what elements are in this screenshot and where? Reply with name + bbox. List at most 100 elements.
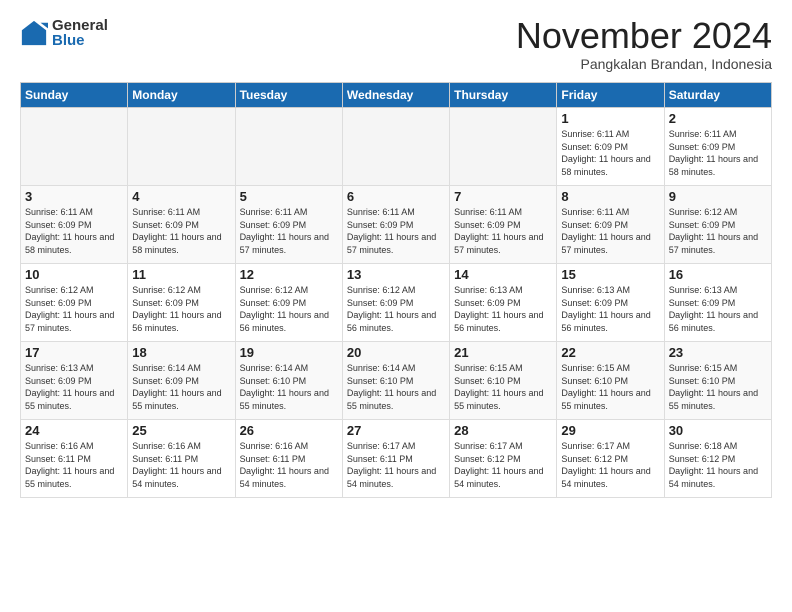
day-cell: 22 Sunrise: 6:15 AM Sunset: 6:10 PM Dayl… xyxy=(557,342,664,420)
day-cell: 9 Sunrise: 6:12 AM Sunset: 6:09 PM Dayli… xyxy=(664,186,771,264)
header-row: Sunday Monday Tuesday Wednesday Thursday… xyxy=(21,83,772,108)
week-row-3: 10 Sunrise: 6:12 AM Sunset: 6:09 PM Dayl… xyxy=(21,264,772,342)
day-number: 20 xyxy=(347,345,445,360)
day-number: 22 xyxy=(561,345,659,360)
day-detail: Sunrise: 6:17 AM Sunset: 6:12 PM Dayligh… xyxy=(454,440,552,490)
logo-icon xyxy=(20,19,48,47)
day-cell: 7 Sunrise: 6:11 AM Sunset: 6:09 PM Dayli… xyxy=(450,186,557,264)
day-number: 25 xyxy=(132,423,230,438)
day-number: 8 xyxy=(561,189,659,204)
day-detail: Sunrise: 6:12 AM Sunset: 6:09 PM Dayligh… xyxy=(669,206,767,256)
day-number: 21 xyxy=(454,345,552,360)
col-sunday: Sunday xyxy=(21,83,128,108)
day-detail: Sunrise: 6:13 AM Sunset: 6:09 PM Dayligh… xyxy=(561,284,659,334)
day-detail: Sunrise: 6:11 AM Sunset: 6:09 PM Dayligh… xyxy=(240,206,338,256)
day-cell: 1 Sunrise: 6:11 AM Sunset: 6:09 PM Dayli… xyxy=(557,108,664,186)
col-saturday: Saturday xyxy=(664,83,771,108)
day-number: 23 xyxy=(669,345,767,360)
page: General Blue November 2024 Pangkalan Bra… xyxy=(0,0,792,508)
col-thursday: Thursday xyxy=(450,83,557,108)
day-cell xyxy=(235,108,342,186)
day-detail: Sunrise: 6:13 AM Sunset: 6:09 PM Dayligh… xyxy=(454,284,552,334)
day-detail: Sunrise: 6:11 AM Sunset: 6:09 PM Dayligh… xyxy=(454,206,552,256)
day-cell: 27 Sunrise: 6:17 AM Sunset: 6:11 PM Dayl… xyxy=(342,420,449,498)
day-detail: Sunrise: 6:12 AM Sunset: 6:09 PM Dayligh… xyxy=(347,284,445,334)
day-cell: 4 Sunrise: 6:11 AM Sunset: 6:09 PM Dayli… xyxy=(128,186,235,264)
day-cell: 14 Sunrise: 6:13 AM Sunset: 6:09 PM Dayl… xyxy=(450,264,557,342)
day-cell: 10 Sunrise: 6:12 AM Sunset: 6:09 PM Dayl… xyxy=(21,264,128,342)
day-cell: 25 Sunrise: 6:16 AM Sunset: 6:11 PM Dayl… xyxy=(128,420,235,498)
day-number: 28 xyxy=(454,423,552,438)
day-number: 6 xyxy=(347,189,445,204)
day-detail: Sunrise: 6:17 AM Sunset: 6:12 PM Dayligh… xyxy=(561,440,659,490)
day-cell: 11 Sunrise: 6:12 AM Sunset: 6:09 PM Dayl… xyxy=(128,264,235,342)
day-cell: 15 Sunrise: 6:13 AM Sunset: 6:09 PM Dayl… xyxy=(557,264,664,342)
day-cell: 30 Sunrise: 6:18 AM Sunset: 6:12 PM Dayl… xyxy=(664,420,771,498)
day-cell: 28 Sunrise: 6:17 AM Sunset: 6:12 PM Dayl… xyxy=(450,420,557,498)
day-detail: Sunrise: 6:11 AM Sunset: 6:09 PM Dayligh… xyxy=(669,128,767,178)
day-number: 26 xyxy=(240,423,338,438)
day-detail: Sunrise: 6:15 AM Sunset: 6:10 PM Dayligh… xyxy=(454,362,552,412)
day-cell: 13 Sunrise: 6:12 AM Sunset: 6:09 PM Dayl… xyxy=(342,264,449,342)
day-number: 17 xyxy=(25,345,123,360)
day-detail: Sunrise: 6:15 AM Sunset: 6:10 PM Dayligh… xyxy=(669,362,767,412)
logo: General Blue xyxy=(20,18,108,48)
calendar: Sunday Monday Tuesday Wednesday Thursday… xyxy=(20,82,772,498)
day-detail: Sunrise: 6:16 AM Sunset: 6:11 PM Dayligh… xyxy=(132,440,230,490)
day-number: 1 xyxy=(561,111,659,126)
day-cell: 16 Sunrise: 6:13 AM Sunset: 6:09 PM Dayl… xyxy=(664,264,771,342)
col-monday: Monday xyxy=(128,83,235,108)
day-number: 29 xyxy=(561,423,659,438)
day-detail: Sunrise: 6:11 AM Sunset: 6:09 PM Dayligh… xyxy=(25,206,123,256)
day-detail: Sunrise: 6:15 AM Sunset: 6:10 PM Dayligh… xyxy=(561,362,659,412)
day-detail: Sunrise: 6:12 AM Sunset: 6:09 PM Dayligh… xyxy=(240,284,338,334)
day-detail: Sunrise: 6:14 AM Sunset: 6:10 PM Dayligh… xyxy=(240,362,338,412)
day-detail: Sunrise: 6:17 AM Sunset: 6:11 PM Dayligh… xyxy=(347,440,445,490)
day-cell: 3 Sunrise: 6:11 AM Sunset: 6:09 PM Dayli… xyxy=(21,186,128,264)
day-cell: 20 Sunrise: 6:14 AM Sunset: 6:10 PM Dayl… xyxy=(342,342,449,420)
day-number: 18 xyxy=(132,345,230,360)
day-cell: 24 Sunrise: 6:16 AM Sunset: 6:11 PM Dayl… xyxy=(21,420,128,498)
day-cell: 26 Sunrise: 6:16 AM Sunset: 6:11 PM Dayl… xyxy=(235,420,342,498)
day-detail: Sunrise: 6:18 AM Sunset: 6:12 PM Dayligh… xyxy=(669,440,767,490)
day-number: 19 xyxy=(240,345,338,360)
day-detail: Sunrise: 6:11 AM Sunset: 6:09 PM Dayligh… xyxy=(347,206,445,256)
day-cell: 2 Sunrise: 6:11 AM Sunset: 6:09 PM Dayli… xyxy=(664,108,771,186)
day-detail: Sunrise: 6:11 AM Sunset: 6:09 PM Dayligh… xyxy=(561,206,659,256)
day-number: 30 xyxy=(669,423,767,438)
day-number: 7 xyxy=(454,189,552,204)
day-number: 4 xyxy=(132,189,230,204)
day-number: 5 xyxy=(240,189,338,204)
day-detail: Sunrise: 6:16 AM Sunset: 6:11 PM Dayligh… xyxy=(240,440,338,490)
day-number: 27 xyxy=(347,423,445,438)
day-cell: 19 Sunrise: 6:14 AM Sunset: 6:10 PM Dayl… xyxy=(235,342,342,420)
day-number: 9 xyxy=(669,189,767,204)
logo-text: General Blue xyxy=(52,18,108,48)
day-number: 3 xyxy=(25,189,123,204)
day-cell: 17 Sunrise: 6:13 AM Sunset: 6:09 PM Dayl… xyxy=(21,342,128,420)
col-wednesday: Wednesday xyxy=(342,83,449,108)
month-title: November 2024 xyxy=(516,18,772,54)
day-number: 14 xyxy=(454,267,552,282)
day-detail: Sunrise: 6:12 AM Sunset: 6:09 PM Dayligh… xyxy=(25,284,123,334)
day-cell xyxy=(342,108,449,186)
col-friday: Friday xyxy=(557,83,664,108)
day-cell: 5 Sunrise: 6:11 AM Sunset: 6:09 PM Dayli… xyxy=(235,186,342,264)
day-number: 16 xyxy=(669,267,767,282)
day-cell: 12 Sunrise: 6:12 AM Sunset: 6:09 PM Dayl… xyxy=(235,264,342,342)
week-row-1: 1 Sunrise: 6:11 AM Sunset: 6:09 PM Dayli… xyxy=(21,108,772,186)
day-detail: Sunrise: 6:11 AM Sunset: 6:09 PM Dayligh… xyxy=(132,206,230,256)
day-detail: Sunrise: 6:14 AM Sunset: 6:10 PM Dayligh… xyxy=(347,362,445,412)
day-number: 12 xyxy=(240,267,338,282)
day-cell: 8 Sunrise: 6:11 AM Sunset: 6:09 PM Dayli… xyxy=(557,186,664,264)
day-cell: 6 Sunrise: 6:11 AM Sunset: 6:09 PM Dayli… xyxy=(342,186,449,264)
week-row-2: 3 Sunrise: 6:11 AM Sunset: 6:09 PM Dayli… xyxy=(21,186,772,264)
day-detail: Sunrise: 6:14 AM Sunset: 6:09 PM Dayligh… xyxy=(132,362,230,412)
day-number: 24 xyxy=(25,423,123,438)
day-number: 15 xyxy=(561,267,659,282)
week-row-5: 24 Sunrise: 6:16 AM Sunset: 6:11 PM Dayl… xyxy=(21,420,772,498)
day-detail: Sunrise: 6:16 AM Sunset: 6:11 PM Dayligh… xyxy=(25,440,123,490)
col-tuesday: Tuesday xyxy=(235,83,342,108)
day-cell: 29 Sunrise: 6:17 AM Sunset: 6:12 PM Dayl… xyxy=(557,420,664,498)
day-detail: Sunrise: 6:13 AM Sunset: 6:09 PM Dayligh… xyxy=(25,362,123,412)
